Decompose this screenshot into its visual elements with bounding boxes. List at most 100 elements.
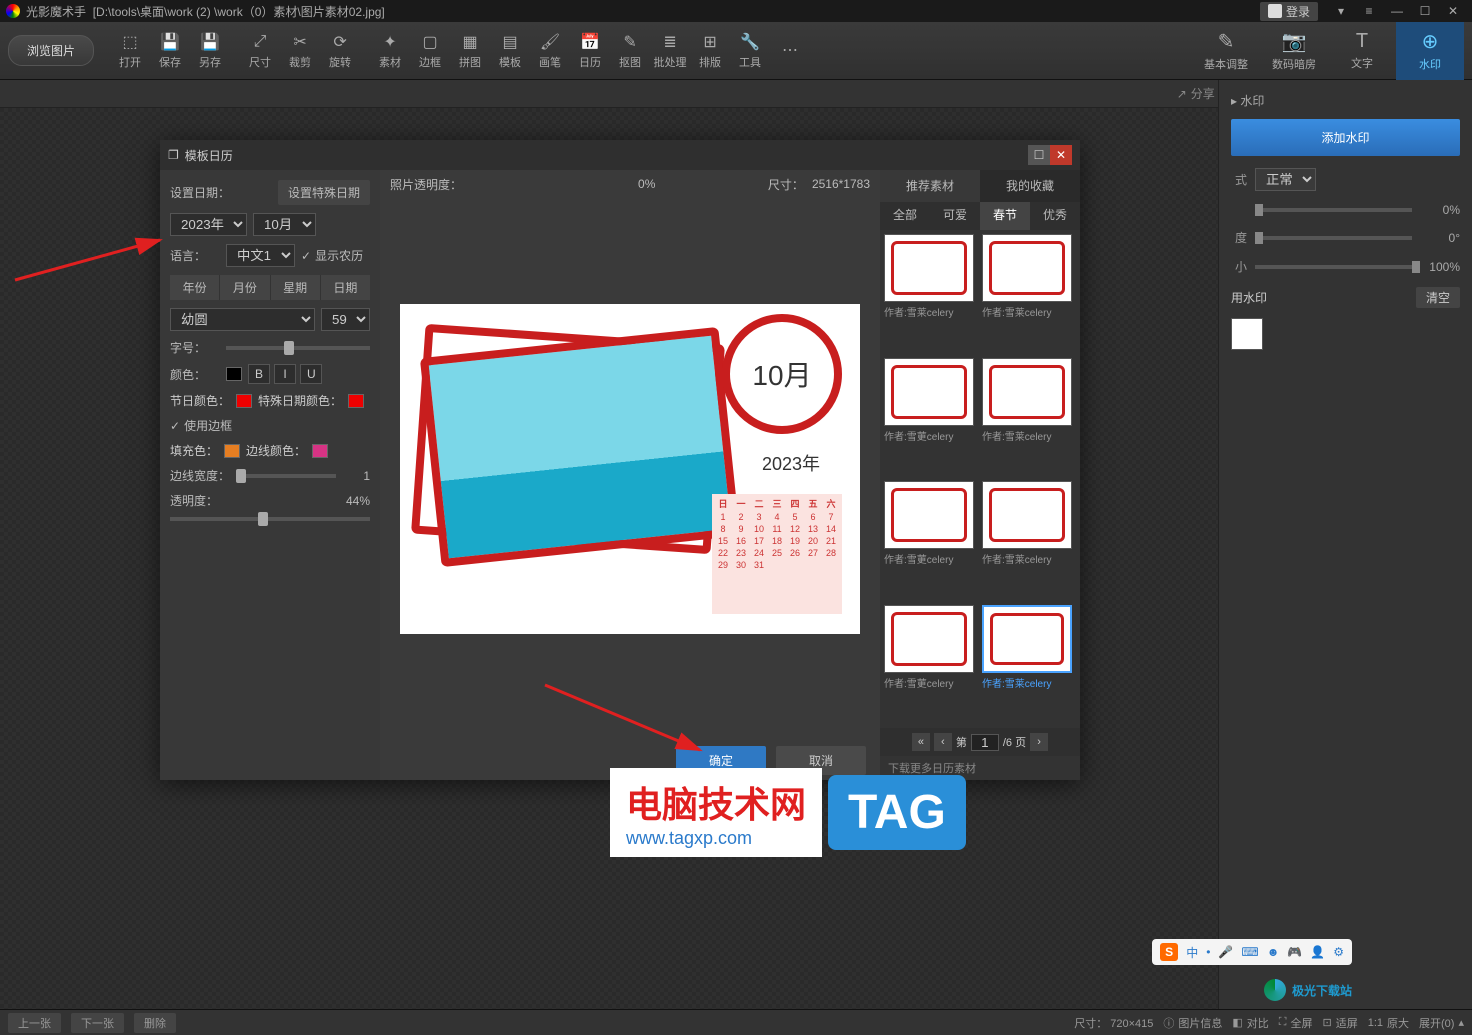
material-tab-1[interactable]: 我的收藏 xyxy=(980,170,1080,202)
pager-page-input[interactable] xyxy=(971,734,999,751)
delete-button[interactable]: 删除 xyxy=(134,1013,176,1033)
material-item[interactable]: 作者:雪莱celery xyxy=(982,481,1076,601)
maximize-button[interactable]: ☐ xyxy=(1412,1,1438,21)
fill-color-swatch[interactable] xyxy=(224,444,240,458)
period-月份[interactable]: 月份 xyxy=(219,275,269,300)
category-优秀[interactable]: 优秀 xyxy=(1030,202,1080,230)
tool-旋转[interactable]: ⟳旋转 xyxy=(320,30,360,72)
tool-另存[interactable]: 💾另存 xyxy=(190,30,230,72)
dialog-maximize-button[interactable]: ☐ xyxy=(1028,145,1050,165)
use-border-checkbox[interactable]: ✓使用边框 xyxy=(170,417,370,434)
original-size-button[interactable]: 1:1原大 xyxy=(1368,1015,1409,1031)
category-可爱[interactable]: 可爱 xyxy=(930,202,980,230)
language-select[interactable]: 中文1 xyxy=(226,244,295,267)
year-select[interactable]: 2023年 xyxy=(170,213,247,236)
prev-image-button[interactable]: 上一张 xyxy=(8,1013,61,1033)
material-thumbnail[interactable] xyxy=(982,605,1072,673)
tool-打开[interactable]: ⬚打开 xyxy=(110,30,150,72)
scale-slider[interactable] xyxy=(1255,265,1412,269)
material-thumbnail[interactable] xyxy=(982,234,1072,302)
color-swatch[interactable] xyxy=(226,367,242,381)
material-item[interactable]: 作者:雪莱celery xyxy=(884,234,978,354)
material-thumbnail[interactable] xyxy=(884,234,974,302)
dialog-titlebar[interactable]: ❐模板日历 ☐ ✕ xyxy=(160,140,1080,170)
image-info-button[interactable]: ⓘ图片信息 xyxy=(1163,1015,1222,1031)
dialog-opacity-slider[interactable] xyxy=(170,517,370,521)
style-i-button[interactable]: I xyxy=(274,364,296,384)
calendar-preview-canvas[interactable]: 10月 2023年 日一二三四五六12345678910111213141516… xyxy=(400,304,860,634)
special-date-button[interactable]: 设置特殊日期 xyxy=(278,180,370,205)
login-button[interactable]: 登录 xyxy=(1260,2,1318,21)
expand-button[interactable]: 展开(0)▴ xyxy=(1419,1015,1464,1031)
tool-素材[interactable]: ✦素材 xyxy=(370,30,410,72)
watermark-swatch[interactable] xyxy=(1231,318,1263,350)
font-size-slider[interactable] xyxy=(226,346,370,350)
category-全部[interactable]: 全部 xyxy=(880,202,930,230)
opacity-slider[interactable] xyxy=(1255,208,1412,212)
show-lunar-checkbox[interactable]: ✓显示农历 xyxy=(301,247,363,264)
compare-button[interactable]: ◧对比 xyxy=(1232,1015,1268,1031)
tool-画笔[interactable]: 🖌画笔 xyxy=(530,30,570,72)
material-item[interactable]: 作者:雪莄celery xyxy=(884,481,978,601)
tool-日历[interactable]: 📅日历 xyxy=(570,30,610,72)
dropdown-icon[interactable]: ▾ xyxy=(1328,1,1354,21)
font-size-select[interactable]: 59 xyxy=(321,308,370,331)
add-watermark-button[interactable]: 添加水印 xyxy=(1231,119,1460,156)
material-item[interactable]: 作者:雪莄celery xyxy=(884,358,978,478)
right-tab-水印[interactable]: ⊕水印 xyxy=(1396,22,1464,80)
next-image-button[interactable]: 下一张 xyxy=(71,1013,124,1033)
clear-button[interactable]: 清空 xyxy=(1416,287,1460,308)
pager-prev-button[interactable]: ‹ xyxy=(934,733,952,751)
tool-模板[interactable]: ▤模板 xyxy=(490,30,530,72)
dialog-close-button[interactable]: ✕ xyxy=(1050,145,1072,165)
material-item[interactable]: 作者:雪莄celery xyxy=(884,605,978,725)
border-color-swatch[interactable] xyxy=(312,444,328,458)
tool-尺寸[interactable]: ⤢尺寸 xyxy=(240,30,280,72)
style-b-button[interactable]: B xyxy=(248,364,270,384)
material-item[interactable]: 作者:雪莱celery xyxy=(982,358,1076,478)
tool-工具[interactable]: 🔧工具 xyxy=(730,30,770,72)
right-tab-基本调整[interactable]: ✎基本调整 xyxy=(1192,22,1260,80)
tool-保存[interactable]: 💾保存 xyxy=(150,30,190,72)
share-button[interactable]: ↗分享 xyxy=(1177,85,1215,102)
pager-first-button[interactable]: « xyxy=(912,733,930,751)
tool-排版[interactable]: ⊞排版 xyxy=(690,30,730,72)
blend-mode-select[interactable]: 正常 xyxy=(1255,168,1316,191)
tool-icon: ≣ xyxy=(660,32,680,52)
month-select[interactable]: 10月 xyxy=(253,213,316,236)
tool-拼图[interactable]: ▦拼图 xyxy=(450,30,490,72)
material-tab-0[interactable]: 推荐素材 xyxy=(880,170,980,202)
tool-抠图[interactable]: ✎抠图 xyxy=(610,30,650,72)
tool-裁剪[interactable]: ✂裁剪 xyxy=(280,30,320,72)
style-u-button[interactable]: U xyxy=(300,364,322,384)
material-thumbnail[interactable] xyxy=(884,605,974,673)
fit-screen-button[interactable]: ⊡适屏 xyxy=(1323,1015,1358,1031)
category-春节[interactable]: 春节 xyxy=(980,202,1030,230)
special-color-swatch[interactable] xyxy=(348,394,364,408)
border-width-slider[interactable] xyxy=(236,474,336,478)
pager-next-button[interactable]: › xyxy=(1030,733,1048,751)
material-thumbnail[interactable] xyxy=(982,481,1072,549)
font-family-select[interactable]: 幼圆 xyxy=(170,308,315,331)
material-thumbnail[interactable] xyxy=(884,358,974,426)
browse-images-button[interactable]: 浏览图片 xyxy=(8,35,94,66)
period-年份[interactable]: 年份 xyxy=(170,275,219,300)
right-tab-数码暗房[interactable]: 📷数码暗房 xyxy=(1260,22,1328,80)
tool-边框[interactable]: ▢边框 xyxy=(410,30,450,72)
holiday-color-swatch[interactable] xyxy=(236,394,252,408)
material-item[interactable]: 作者:雪莱celery xyxy=(982,605,1076,725)
right-tab-文字[interactable]: T文字 xyxy=(1328,22,1396,80)
minimize-button[interactable]: — xyxy=(1384,1,1410,21)
period-星期[interactable]: 星期 xyxy=(270,275,320,300)
tool-批处理[interactable]: ≣批处理 xyxy=(650,30,690,72)
period-日期[interactable]: 日期 xyxy=(320,275,370,300)
material-thumbnail[interactable] xyxy=(982,358,1072,426)
settings-icon[interactable]: ≡ xyxy=(1356,1,1382,21)
fullscreen-button[interactable]: ⛶全屏 xyxy=(1279,1015,1313,1031)
material-item[interactable]: 作者:雪莱celery xyxy=(982,234,1076,354)
more-tools[interactable]: ⋯ xyxy=(770,38,810,64)
angle-slider[interactable] xyxy=(1255,236,1412,240)
settings-icon: ⚙ xyxy=(1333,945,1344,959)
close-button[interactable]: ✕ xyxy=(1440,1,1466,21)
material-thumbnail[interactable] xyxy=(884,481,974,549)
